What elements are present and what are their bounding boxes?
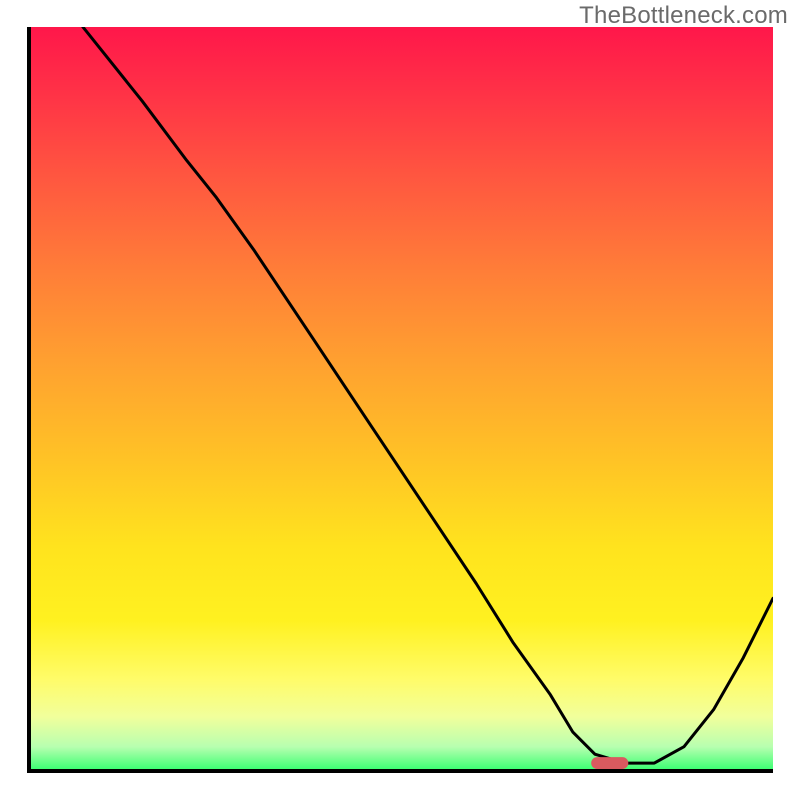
- bottleneck-curve: [83, 27, 773, 763]
- plot-area: [27, 27, 773, 773]
- optimal-marker: [591, 757, 628, 769]
- chart-overlay: [31, 27, 773, 769]
- chart-container: TheBottleneck.com: [0, 0, 800, 800]
- watermark-text: TheBottleneck.com: [579, 2, 788, 30]
